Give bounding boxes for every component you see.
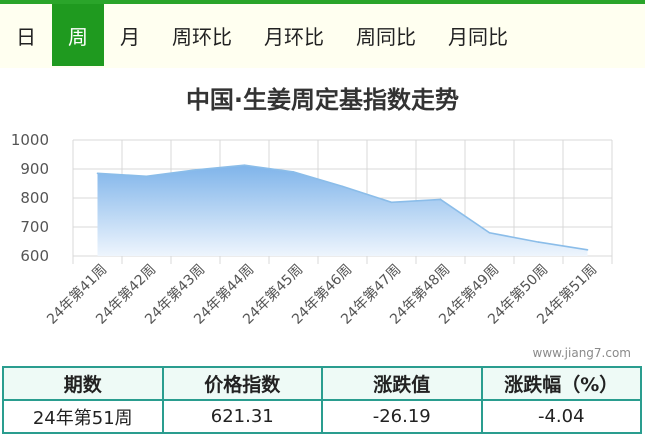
data-point [96, 172, 99, 175]
period-tab-bar: 日 周 月 周环比 月环比 周同比 月同比 [0, 4, 645, 68]
data-point [292, 171, 295, 173]
chart-title: 中国·生姜周定基指数走势 [185, 86, 460, 114]
summary-table: 期数 价格指数 涨跌值 涨跌幅（%） 24年第51周 621.31 -26.19… [2, 366, 642, 434]
tab-week[interactable]: 周 [52, 4, 104, 66]
watermark-text: www.jiang7.com [532, 346, 631, 360]
tab-month-year-over-year[interactable]: 月同比 [432, 4, 524, 66]
y-tick-label: 700 [20, 218, 49, 236]
data-point [586, 249, 589, 251]
tab-week-year-over-year[interactable]: 周同比 [340, 4, 432, 66]
y-tick-label: 900 [20, 160, 49, 178]
y-tick-label: 1000 [11, 131, 49, 149]
data-point [243, 164, 246, 167]
index-trend-chart: 6007008009001000 24年第41周24年第42周24年第43周24… [11, 131, 613, 328]
table-header-row: 期数 价格指数 涨跌值 涨跌幅（%） [2, 366, 642, 401]
data-point [537, 241, 540, 243]
tab-month-over-month[interactable]: 月环比 [248, 4, 340, 66]
header-change-percent: 涨跌幅（%） [480, 366, 642, 401]
header-period: 期数 [2, 366, 164, 401]
data-point [194, 169, 197, 171]
cell-change-percent: -4.04 [480, 399, 642, 434]
header-change-value: 涨跌值 [321, 366, 483, 401]
table-row: 24年第51周 621.31 -26.19 -4.04 [2, 399, 642, 434]
y-tick-label: 600 [20, 247, 49, 265]
cell-price-index: 621.31 [161, 399, 323, 434]
data-point [390, 201, 393, 204]
data-point [341, 185, 344, 188]
data-point [145, 175, 148, 178]
cell-period: 24年第51周 [2, 399, 164, 434]
y-tick-label: 800 [20, 189, 49, 207]
cell-change-value: -26.19 [321, 399, 483, 434]
data-point [488, 232, 491, 234]
data-point [439, 198, 442, 201]
tab-day[interactable]: 日 [0, 4, 52, 66]
tab-month[interactable]: 月 [104, 4, 156, 66]
header-price-index: 价格指数 [161, 366, 323, 401]
tab-week-over-week[interactable]: 周环比 [156, 4, 248, 66]
